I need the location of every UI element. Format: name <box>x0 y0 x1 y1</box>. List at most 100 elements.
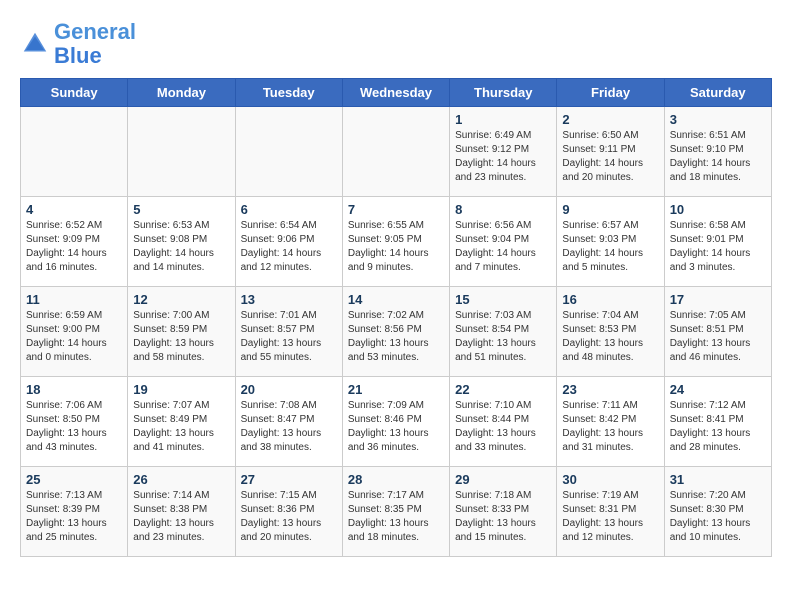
day-info: Sunrise: 6:51 AM Sunset: 9:10 PM Dayligh… <box>670 129 766 185</box>
calendar-table: SundayMondayTuesdayWednesdayThursdayFrid… <box>20 78 772 557</box>
day-info: Sunrise: 6:53 AM Sunset: 9:08 PM Dayligh… <box>133 219 229 275</box>
day-info: Sunrise: 7:11 AM Sunset: 8:42 PM Dayligh… <box>562 399 658 455</box>
day-info: Sunrise: 6:56 AM Sunset: 9:04 PM Dayligh… <box>455 219 551 275</box>
day-info: Sunrise: 6:58 AM Sunset: 9:01 PM Dayligh… <box>670 219 766 275</box>
calendar-cell: 28 Sunrise: 7:17 AM Sunset: 8:35 PM Dayli… <box>342 467 449 557</box>
calendar-week-2: 4Sunrise: 6:52 AM Sunset: 9:09 PM Daylig… <box>21 197 772 287</box>
day-number: 3 <box>670 112 766 127</box>
calendar-cell: 24 Sunrise: 7:12 AM Sunset: 8:41 PM Dayli… <box>664 377 771 467</box>
day-number: 14 <box>348 292 444 307</box>
day-number: 25 <box>26 472 122 487</box>
day-number: 15 <box>455 292 551 307</box>
day-number: 20 <box>241 382 337 397</box>
day-info: Sunrise: 7:19 AM Sunset: 8:31 PM Dayligh… <box>562 489 658 545</box>
weekday-header-friday: Friday <box>557 79 664 107</box>
calendar-cell: 4Sunrise: 6:52 AM Sunset: 9:09 PM Daylig… <box>21 197 128 287</box>
day-info: Sunrise: 6:54 AM Sunset: 9:06 PM Dayligh… <box>241 219 337 275</box>
day-info: Sunrise: 7:14 AM Sunset: 8:38 PM Dayligh… <box>133 489 229 545</box>
day-number: 9 <box>562 202 658 217</box>
page-header: GeneralBlue <box>20 20 772 68</box>
day-info: Sunrise: 7:13 AM Sunset: 8:39 PM Dayligh… <box>26 489 122 545</box>
calendar-cell: 30Sunrise: 7:19 AM Sunset: 8:31 PM Dayli… <box>557 467 664 557</box>
logo-text: GeneralBlue <box>54 20 136 68</box>
day-info: Sunrise: 6:50 AM Sunset: 9:11 PM Dayligh… <box>562 129 658 185</box>
calendar-cell: 1 Sunrise: 6:49 AM Sunset: 9:12 PM Daylig… <box>450 107 557 197</box>
day-number: 1 <box>455 112 551 127</box>
day-number: 26 <box>133 472 229 487</box>
day-number: 13 <box>241 292 337 307</box>
calendar-cell: 17 Sunrise: 7:05 AM Sunset: 8:51 PM Dayli… <box>664 287 771 377</box>
weekday-header-monday: Monday <box>128 79 235 107</box>
calendar-cell <box>235 107 342 197</box>
calendar-cell: 31 Sunrise: 7:20 AM Sunset: 8:30 PM Dayli… <box>664 467 771 557</box>
day-info: Sunrise: 7:09 AM Sunset: 8:46 PM Dayligh… <box>348 399 444 455</box>
logo: GeneralBlue <box>20 20 136 68</box>
weekday-header-thursday: Thursday <box>450 79 557 107</box>
day-number: 28 <box>348 472 444 487</box>
calendar-cell <box>21 107 128 197</box>
day-number: 18 <box>26 382 122 397</box>
weekday-header-tuesday: Tuesday <box>235 79 342 107</box>
day-number: 16 <box>562 292 658 307</box>
day-info: Sunrise: 7:12 AM Sunset: 8:41 PM Dayligh… <box>670 399 766 455</box>
day-number: 24 <box>670 382 766 397</box>
calendar-cell: 12 Sunrise: 7:00 AM Sunset: 8:59 PM Dayli… <box>128 287 235 377</box>
day-info: Sunrise: 7:00 AM Sunset: 8:59 PM Dayligh… <box>133 309 229 365</box>
calendar-cell: 15Sunrise: 7:03 AM Sunset: 8:54 PM Dayli… <box>450 287 557 377</box>
calendar-cell: 23Sunrise: 7:11 AM Sunset: 8:42 PM Dayli… <box>557 377 664 467</box>
calendar-cell: 19 Sunrise: 7:07 AM Sunset: 8:49 PM Dayli… <box>128 377 235 467</box>
day-number: 2 <box>562 112 658 127</box>
day-number: 7 <box>348 202 444 217</box>
day-info: Sunrise: 7:20 AM Sunset: 8:30 PM Dayligh… <box>670 489 766 545</box>
day-number: 27 <box>241 472 337 487</box>
day-number: 6 <box>241 202 337 217</box>
logo-icon <box>20 29 50 59</box>
day-number: 29 <box>455 472 551 487</box>
day-number: 10 <box>670 202 766 217</box>
calendar-week-1: 1 Sunrise: 6:49 AM Sunset: 9:12 PM Daylig… <box>21 107 772 197</box>
day-number: 12 <box>133 292 229 307</box>
day-number: 21 <box>348 382 444 397</box>
day-number: 5 <box>133 202 229 217</box>
calendar-week-4: 18 Sunrise: 7:06 AM Sunset: 8:50 PM Dayli… <box>21 377 772 467</box>
day-info: Sunrise: 7:17 AM Sunset: 8:35 PM Dayligh… <box>348 489 444 545</box>
calendar-cell: 29Sunrise: 7:18 AM Sunset: 8:33 PM Dayli… <box>450 467 557 557</box>
calendar-cell: 20 Sunrise: 7:08 AM Sunset: 8:47 PM Dayli… <box>235 377 342 467</box>
calendar-cell: 3 Sunrise: 6:51 AM Sunset: 9:10 PM Daylig… <box>664 107 771 197</box>
day-info: Sunrise: 6:52 AM Sunset: 9:09 PM Dayligh… <box>26 219 122 275</box>
calendar-cell: 7 Sunrise: 6:55 AM Sunset: 9:05 PM Daylig… <box>342 197 449 287</box>
day-info: Sunrise: 6:55 AM Sunset: 9:05 PM Dayligh… <box>348 219 444 275</box>
calendar-week-3: 11 Sunrise: 6:59 AM Sunset: 9:00 PM Dayli… <box>21 287 772 377</box>
calendar-week-5: 25 Sunrise: 7:13 AM Sunset: 8:39 PM Dayli… <box>21 467 772 557</box>
day-number: 31 <box>670 472 766 487</box>
day-info: Sunrise: 6:57 AM Sunset: 9:03 PM Dayligh… <box>562 219 658 275</box>
calendar-header: SundayMondayTuesdayWednesdayThursdayFrid… <box>21 79 772 107</box>
calendar-cell: 2 Sunrise: 6:50 AM Sunset: 9:11 PM Daylig… <box>557 107 664 197</box>
day-info: Sunrise: 7:02 AM Sunset: 8:56 PM Dayligh… <box>348 309 444 365</box>
calendar-cell: 21 Sunrise: 7:09 AM Sunset: 8:46 PM Dayli… <box>342 377 449 467</box>
calendar-cell: 10 Sunrise: 6:58 AM Sunset: 9:01 PM Dayli… <box>664 197 771 287</box>
calendar-cell <box>342 107 449 197</box>
day-info: Sunrise: 7:07 AM Sunset: 8:49 PM Dayligh… <box>133 399 229 455</box>
day-info: Sunrise: 7:04 AM Sunset: 8:53 PM Dayligh… <box>562 309 658 365</box>
calendar-cell: 13 Sunrise: 7:01 AM Sunset: 8:57 PM Dayli… <box>235 287 342 377</box>
day-info: Sunrise: 7:08 AM Sunset: 8:47 PM Dayligh… <box>241 399 337 455</box>
calendar-cell: 8Sunrise: 6:56 AM Sunset: 9:04 PM Daylig… <box>450 197 557 287</box>
day-number: 17 <box>670 292 766 307</box>
calendar-cell: 22Sunrise: 7:10 AM Sunset: 8:44 PM Dayli… <box>450 377 557 467</box>
weekday-header-sunday: Sunday <box>21 79 128 107</box>
calendar-cell: 18 Sunrise: 7:06 AM Sunset: 8:50 PM Dayli… <box>21 377 128 467</box>
calendar-cell: 5 Sunrise: 6:53 AM Sunset: 9:08 PM Daylig… <box>128 197 235 287</box>
calendar-body: 1 Sunrise: 6:49 AM Sunset: 9:12 PM Daylig… <box>21 107 772 557</box>
day-number: 11 <box>26 292 122 307</box>
day-number: 19 <box>133 382 229 397</box>
day-info: Sunrise: 6:49 AM Sunset: 9:12 PM Dayligh… <box>455 129 551 185</box>
day-info: Sunrise: 7:05 AM Sunset: 8:51 PM Dayligh… <box>670 309 766 365</box>
calendar-cell: 9 Sunrise: 6:57 AM Sunset: 9:03 PM Daylig… <box>557 197 664 287</box>
calendar-cell: 11 Sunrise: 6:59 AM Sunset: 9:00 PM Dayli… <box>21 287 128 377</box>
day-info: Sunrise: 7:10 AM Sunset: 8:44 PM Dayligh… <box>455 399 551 455</box>
day-info: Sunrise: 6:59 AM Sunset: 9:00 PM Dayligh… <box>26 309 122 365</box>
day-info: Sunrise: 7:01 AM Sunset: 8:57 PM Dayligh… <box>241 309 337 365</box>
day-info: Sunrise: 7:06 AM Sunset: 8:50 PM Dayligh… <box>26 399 122 455</box>
calendar-cell <box>128 107 235 197</box>
